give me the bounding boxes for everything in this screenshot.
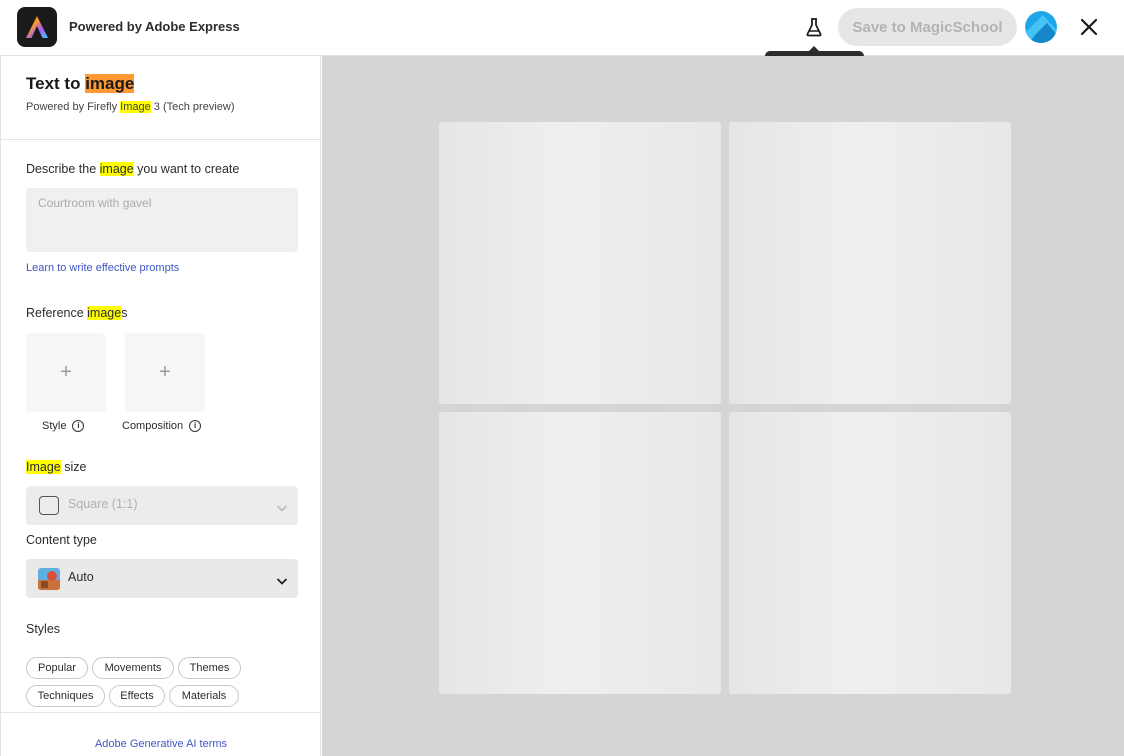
adobe-express-logo [17, 7, 57, 47]
square-icon [39, 496, 59, 515]
settings-panel: Text to image Powered by Firefly Image 3… [0, 56, 321, 756]
panel-subtitle-suffix: 3 (Tech preview) [150, 101, 235, 113]
auto-content-thumbnail [38, 568, 60, 590]
reference-label-prefix: Reference [26, 306, 88, 320]
composition-reference-upload[interactable]: + [125, 333, 205, 412]
style-reference-label: Style i [42, 420, 85, 433]
style-label-text: Style [42, 420, 67, 432]
composition-reference-label: Composition i [122, 420, 202, 433]
style-chip-effects[interactable]: Effects [109, 685, 165, 707]
prompt-label-prefix: Describe the [26, 162, 100, 176]
composition-label-text: Composition [122, 420, 184, 432]
prompt-input[interactable] [26, 188, 298, 252]
generative-ai-terms-link[interactable]: Adobe Generative AI terms [1, 738, 321, 750]
image-size-suffix: size [60, 460, 87, 474]
style-chip-popular[interactable]: Popular [26, 657, 88, 679]
style-reference-upload[interactable]: + [26, 333, 106, 412]
panel-title: Text to image [26, 74, 135, 94]
close-icon[interactable] [1077, 15, 1101, 39]
image-results-canvas [322, 56, 1124, 756]
reference-label-highlight: image [87, 306, 122, 320]
image-size-label: Image size [26, 460, 86, 474]
avatar[interactable] [1025, 11, 1057, 43]
style-chip-themes[interactable]: Themes [178, 657, 241, 679]
app-header: Powered by Adobe Express Submit feedback… [0, 0, 1124, 76]
reference-images-label: Reference images [26, 306, 127, 320]
content-type-label: Content type [26, 533, 97, 547]
panel-subtitle: Powered by Firefly Image 3 (Tech preview… [26, 101, 235, 113]
image-size-value: Square (1:1) [68, 497, 138, 511]
panel-subtitle-highlight: Image [120, 101, 151, 113]
result-placeholder-3[interactable] [439, 412, 721, 694]
flask-icon[interactable] [802, 15, 826, 39]
save-to-magicschool-button[interactable]: Save to MagicSchool [838, 8, 1017, 46]
style-chip-materials[interactable]: Materials [169, 685, 239, 707]
panel-title-highlight: image [85, 74, 135, 93]
prompt-label: Describe the image you want to create [26, 162, 239, 176]
style-chip-movements[interactable]: Movements [92, 657, 174, 679]
style-chip-techniques[interactable]: Techniques [26, 685, 105, 707]
result-placeholder-4[interactable] [729, 412, 1011, 694]
prompt-label-suffix: you want to create [133, 162, 240, 176]
reference-label-suffix: s [121, 306, 128, 320]
panel-divider [1, 139, 321, 140]
info-icon[interactable]: i [189, 420, 202, 433]
prompt-label-highlight: image [99, 162, 134, 176]
panel-title-prefix: Text to [26, 74, 86, 93]
styles-label: Styles [26, 622, 61, 636]
content-type-select[interactable]: Auto [26, 559, 298, 598]
result-placeholder-1[interactable] [439, 122, 721, 404]
image-size-select[interactable]: Square (1:1) [26, 486, 298, 525]
chevron-down-icon [276, 573, 288, 591]
learn-prompts-link[interactable]: Learn to write effective prompts [26, 262, 179, 274]
plus-icon: + [60, 361, 72, 383]
chevron-down-icon [276, 500, 288, 518]
image-size-highlight: Image [26, 460, 61, 474]
content-type-value: Auto [68, 570, 94, 584]
info-icon[interactable]: i [72, 420, 85, 433]
footer-divider [1, 712, 321, 713]
brand-title: Powered by Adobe Express [69, 19, 240, 34]
plus-icon: + [159, 361, 171, 383]
panel-subtitle-prefix: Powered by Firefly [26, 101, 121, 113]
result-placeholder-2[interactable] [729, 122, 1011, 404]
